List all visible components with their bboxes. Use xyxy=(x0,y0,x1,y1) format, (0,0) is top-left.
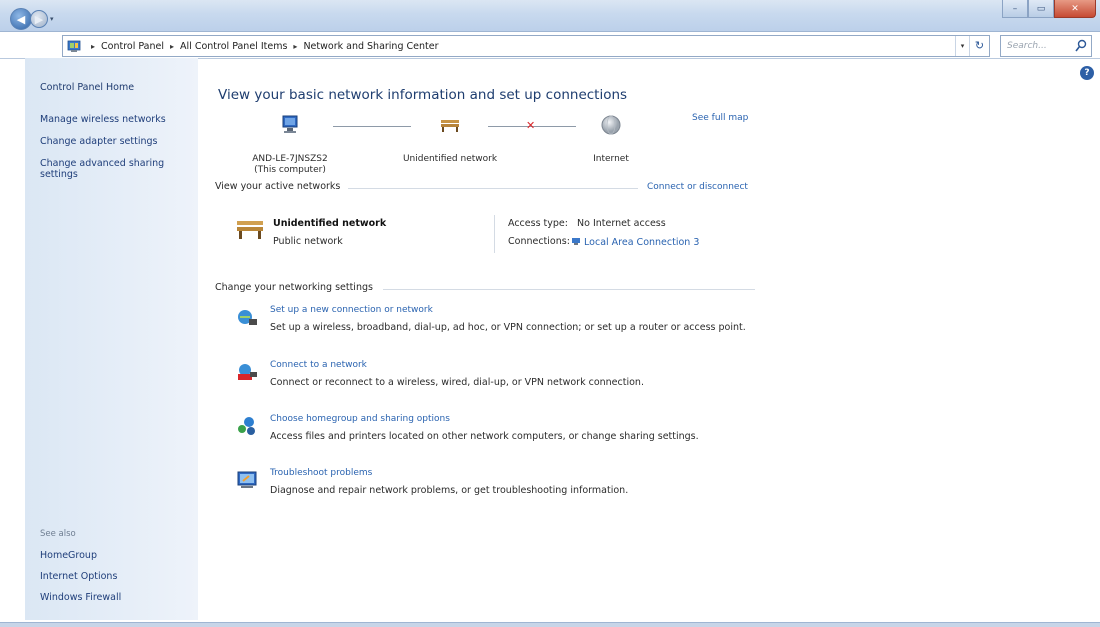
connect-network-link[interactable]: Connect to a network xyxy=(270,360,367,370)
homegroup-desc: Access files and printers located on oth… xyxy=(270,431,699,442)
refresh-icon[interactable]: ↻ xyxy=(969,36,989,56)
control-panel-icon xyxy=(67,40,81,52)
local-area-connection-link[interactable]: Local Area Connection 3 xyxy=(584,237,699,248)
back-arrow-icon: ◀ xyxy=(16,12,26,26)
vertical-divider xyxy=(494,215,495,253)
see-also-heading: See also xyxy=(40,529,76,539)
sidebar-item-homegroup[interactable]: HomeGroup xyxy=(40,550,97,561)
task-troubleshoot: Troubleshoot problems Diagnose and repai… xyxy=(235,468,795,504)
active-networks-heading: View your active networks xyxy=(215,181,341,192)
connect-disconnect-link[interactable]: Connect or disconnect xyxy=(647,182,748,192)
task-homegroup: Choose homegroup and sharing options Acc… xyxy=(235,414,795,450)
access-type-label: Access type: xyxy=(508,218,568,229)
forward-arrow-icon: ▶ xyxy=(34,12,44,26)
search-input[interactable]: Search... xyxy=(1000,35,1092,57)
computer-name: AND-LE-7JNSZS2 xyxy=(252,154,328,164)
sidebar-item-adapter-settings[interactable]: Change adapter settings xyxy=(40,136,157,147)
active-network-name: Unidentified network xyxy=(273,218,387,229)
connect-network-icon xyxy=(238,364,257,380)
window-bottom-edge xyxy=(0,622,1100,627)
homegroup-icon xyxy=(238,417,255,435)
sidebar-item-manage-wireless[interactable]: Manage wireless networks xyxy=(40,114,166,125)
help-icon[interactable]: ? xyxy=(1080,66,1094,80)
computer-icon xyxy=(282,115,298,133)
troubleshoot-link[interactable]: Troubleshoot problems xyxy=(270,468,372,478)
sidebar-item-control-panel-home[interactable]: Control Panel Home xyxy=(40,82,134,93)
recent-pages-dropdown[interactable]: ▾ xyxy=(50,15,54,23)
network-adapter-icon xyxy=(572,238,580,245)
close-button[interactable]: ✕ xyxy=(1054,0,1096,18)
map-node-internet[interactable]: Internet xyxy=(571,114,651,165)
forward-button[interactable]: ▶ xyxy=(30,10,48,28)
maximize-button[interactable]: ▭ xyxy=(1028,0,1054,18)
breadcrumb-all-items[interactable]: All Control Panel Items xyxy=(180,41,287,52)
breadcrumb-separator: ▸ xyxy=(293,41,298,51)
sidebar: Control Panel Home Manage wireless netwo… xyxy=(25,58,198,620)
internet-label: Internet xyxy=(593,154,629,164)
globe-icon xyxy=(601,115,621,135)
section-divider xyxy=(348,188,638,189)
computer-subtitle: (This computer) xyxy=(254,165,326,175)
connect-network-desc: Connect or reconnect to a wireless, wire… xyxy=(270,377,644,388)
network-name: Unidentified network xyxy=(402,154,498,164)
connections-value[interactable]: Local Area Connection 3 xyxy=(571,236,699,248)
new-connection-desc: Set up a wireless, broadband, dial-up, a… xyxy=(270,322,746,333)
breadcrumb-separator: ▸ xyxy=(91,41,96,51)
title-bar: – ▭ ✕ xyxy=(0,0,1100,32)
bench-network-icon xyxy=(441,120,459,132)
bench-network-icon xyxy=(237,221,263,239)
task-new-connection: Set up a new connection or network Set u… xyxy=(235,305,795,341)
window-controls: – ▭ ✕ xyxy=(1002,0,1096,18)
breadcrumb-separator: ▸ xyxy=(170,41,175,51)
address-dropdown-icon[interactable]: ▾ xyxy=(955,36,969,56)
sidebar-item-internet-options[interactable]: Internet Options xyxy=(40,571,117,582)
see-full-map-link[interactable]: See full map xyxy=(692,113,748,123)
troubleshoot-desc: Diagnose and repair network problems, or… xyxy=(270,485,629,496)
connections-label: Connections: xyxy=(508,236,570,247)
access-type-value: No Internet access xyxy=(577,218,666,229)
minimize-button[interactable]: – xyxy=(1002,0,1028,18)
page-title: View your basic network information and … xyxy=(218,87,628,103)
back-button[interactable]: ◀ xyxy=(10,8,32,30)
new-connection-link[interactable]: Set up a new connection or network xyxy=(270,305,433,315)
main-content: View your basic network information and … xyxy=(215,58,775,618)
map-node-network[interactable]: Unidentified network xyxy=(395,114,505,165)
task-connect-network: Connect to a network Connect or reconnec… xyxy=(235,360,795,396)
network-category-link[interactable]: Public network xyxy=(273,236,343,247)
map-node-computer[interactable]: AND-LE-7JNSZS2 (This computer) xyxy=(235,114,345,176)
breadcrumb-network-sharing[interactable]: Network and Sharing Center xyxy=(303,41,438,52)
search-placeholder: Search... xyxy=(1007,41,1047,51)
sidebar-item-windows-firewall[interactable]: Windows Firewall xyxy=(40,592,121,603)
homegroup-link[interactable]: Choose homegroup and sharing options xyxy=(270,414,450,424)
section-divider xyxy=(383,289,755,290)
address-bar[interactable]: ▸ Control Panel ▸ All Control Panel Item… xyxy=(62,35,990,57)
troubleshoot-icon xyxy=(237,471,257,488)
broken-connection-icon: ✕ xyxy=(526,119,536,132)
active-network-panel: Unidentified network Public network Acce… xyxy=(235,215,775,255)
sidebar-item-advanced-sharing[interactable]: Change advanced sharing settings xyxy=(40,158,190,180)
new-connection-icon xyxy=(238,310,257,325)
change-settings-heading: Change your networking settings xyxy=(215,282,373,293)
search-icon[interactable] xyxy=(1075,39,1087,53)
breadcrumb-control-panel[interactable]: Control Panel xyxy=(101,41,164,52)
